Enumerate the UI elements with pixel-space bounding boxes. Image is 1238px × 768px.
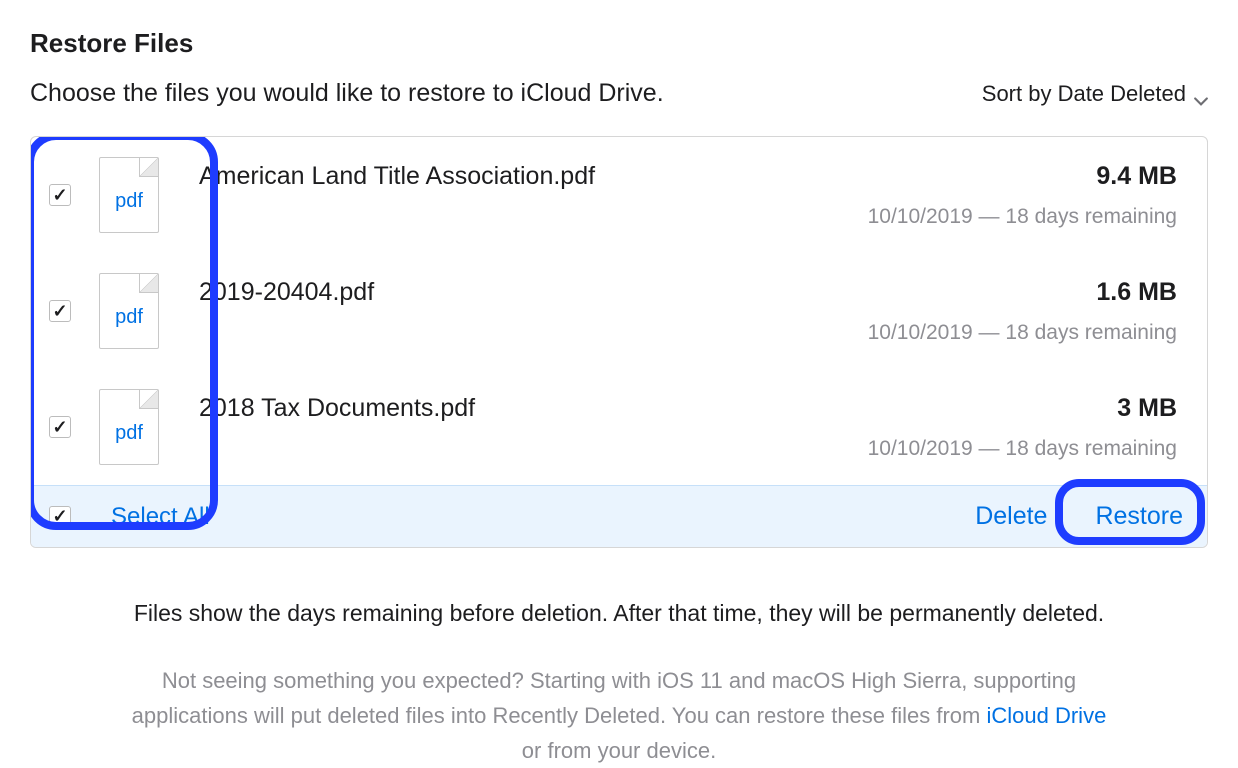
file-icon-label: pdf bbox=[115, 190, 143, 213]
restore-button[interactable]: Restore bbox=[1095, 502, 1183, 531]
file-size: 1.6 MB bbox=[1096, 278, 1177, 307]
row-checkbox[interactable] bbox=[49, 184, 71, 206]
file-meta: 10/10/2019 — 18 days remaining bbox=[199, 205, 1177, 229]
row-checkbox[interactable] bbox=[49, 416, 71, 438]
file-name: 2018 Tax Documents.pdf bbox=[199, 394, 475, 423]
file-name: 2019-20404.pdf bbox=[199, 278, 374, 307]
file-info: 2019-20404.pdf 1.6 MB 10/10/2019 — 18 da… bbox=[199, 278, 1177, 345]
file-icon-label: pdf bbox=[115, 422, 143, 445]
chevron-down-icon bbox=[1194, 87, 1208, 101]
file-list: pdf American Land Title Association.pdf … bbox=[30, 136, 1208, 548]
table-row[interactable]: pdf 2018 Tax Documents.pdf 3 MB 10/10/20… bbox=[31, 369, 1207, 485]
instruction-text: Choose the files you would like to resto… bbox=[30, 79, 664, 108]
file-info: American Land Title Association.pdf 9.4 … bbox=[199, 162, 1177, 229]
footer-secondary: Not seeing something you expected? Start… bbox=[119, 663, 1119, 768]
pdf-file-icon: pdf bbox=[99, 273, 159, 349]
table-row[interactable]: pdf American Land Title Association.pdf … bbox=[31, 137, 1207, 253]
toolbar: Select All Delete Restore bbox=[31, 485, 1207, 547]
row-checkbox[interactable] bbox=[49, 300, 71, 322]
file-size: 3 MB bbox=[1117, 394, 1177, 423]
file-size: 9.4 MB bbox=[1096, 162, 1177, 191]
toolbar-actions: Delete Restore bbox=[975, 502, 1183, 531]
file-meta: 10/10/2019 — 18 days remaining bbox=[199, 321, 1177, 345]
page-title: Restore Files bbox=[30, 28, 1208, 59]
table-row[interactable]: pdf 2019-20404.pdf 1.6 MB 10/10/2019 — 1… bbox=[31, 253, 1207, 369]
pdf-file-icon: pdf bbox=[99, 389, 159, 465]
sort-dropdown[interactable]: Sort by Date Deleted bbox=[982, 81, 1208, 107]
file-icon-label: pdf bbox=[115, 306, 143, 329]
header-row: Choose the files you would like to resto… bbox=[30, 79, 1208, 108]
file-name: American Land Title Association.pdf bbox=[199, 162, 595, 191]
pdf-file-icon: pdf bbox=[99, 157, 159, 233]
select-all-button[interactable]: Select All bbox=[49, 503, 210, 531]
select-all-label: Select All bbox=[111, 503, 210, 531]
sort-label: Sort by Date Deleted bbox=[982, 81, 1186, 107]
icloud-drive-link[interactable]: iCloud Drive bbox=[986, 703, 1106, 728]
select-all-checkbox[interactable] bbox=[49, 506, 71, 528]
file-info: 2018 Tax Documents.pdf 3 MB 10/10/2019 —… bbox=[199, 394, 1177, 461]
file-meta: 10/10/2019 — 18 days remaining bbox=[199, 437, 1177, 461]
footer-primary: Files show the days remaining before del… bbox=[30, 596, 1208, 631]
delete-button[interactable]: Delete bbox=[975, 502, 1047, 531]
